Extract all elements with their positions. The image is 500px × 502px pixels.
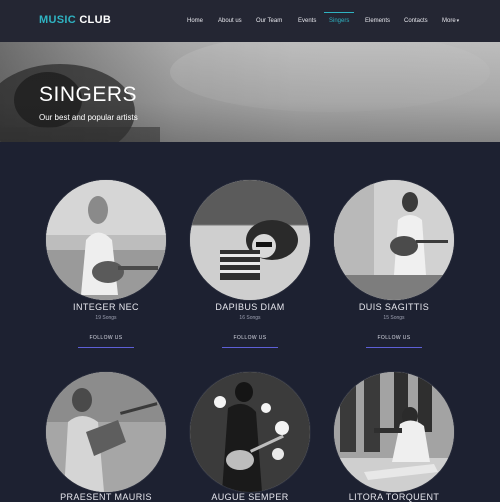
woman-guitar-field-icon [46, 180, 166, 300]
logo-word-music: MUSIC [39, 14, 76, 26]
woman-guitar-wall-icon [334, 180, 454, 300]
singer-name[interactable]: DUIS SAGITTIS [314, 302, 474, 312]
nav-item-elements[interactable]: Elements [365, 18, 390, 24]
singer-photo[interactable] [334, 372, 454, 492]
woman-lying-sunglasses-icon [190, 180, 310, 300]
nav-item-more[interactable]: More▾ [442, 18, 459, 24]
nav-item-events[interactable]: Events [298, 18, 316, 24]
page-subtitle: Our best and popular artists [39, 113, 138, 122]
singer-name[interactable]: DAPIBUS DIAM [170, 302, 330, 312]
singer-song-count: 19 Songs [95, 315, 117, 321]
singer-name[interactable]: LITORA TORQUENT [314, 492, 474, 502]
follow-us-link[interactable]: FOLLOW US [222, 335, 278, 348]
singer-name[interactable]: PRAESENT MAURIS [26, 492, 186, 502]
nav-item-our-team[interactable]: Our Team [256, 18, 282, 24]
nav-item-singers[interactable]: Singers [323, 12, 355, 24]
singer-photo[interactable] [334, 180, 454, 300]
nav-more-label: More [442, 18, 456, 24]
man-trumpet-icon [334, 372, 454, 492]
chevron-down-icon: ▾ [456, 18, 460, 24]
follow-us-link[interactable]: FOLLOW US [78, 335, 134, 348]
page-title: SINGERS [39, 83, 138, 106]
man-guitar-stage-icon [190, 372, 310, 492]
singer-name[interactable]: AUGUE SEMPER [170, 492, 330, 502]
logo-word-club: CLUB [79, 14, 112, 26]
singer-photo[interactable] [190, 180, 310, 300]
top-navbar: MUSIC CLUB Home About us Our Team Events… [0, 0, 500, 42]
nav-item-contacts[interactable]: Contacts [404, 18, 428, 24]
singer-photo[interactable] [46, 372, 166, 492]
singer-photo[interactable] [46, 180, 166, 300]
nav-item-about-us[interactable]: About us [218, 18, 242, 24]
follow-us-link[interactable]: FOLLOW US [366, 335, 422, 348]
singer-name[interactable]: INTEGER NEC [26, 302, 186, 312]
singer-photo[interactable] [190, 372, 310, 492]
nav-item-home[interactable]: Home [187, 18, 203, 24]
woman-balalaika-icon [46, 372, 166, 492]
site-logo[interactable]: MUSIC CLUB [39, 14, 111, 26]
singer-song-count: 15 Songs [383, 315, 405, 321]
singer-song-count: 16 Songs [239, 315, 261, 321]
